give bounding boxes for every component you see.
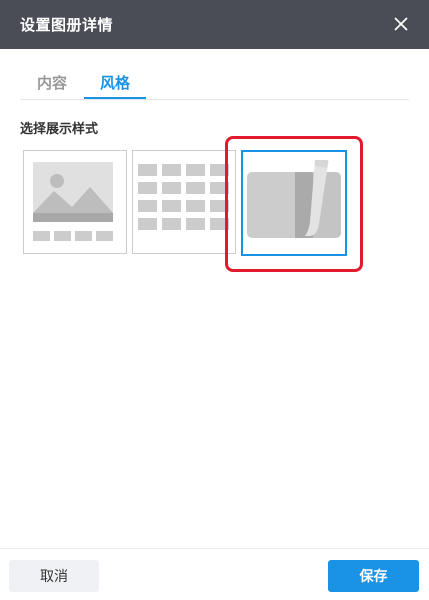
dialog-titlebar: 设置图册详情 — [0, 0, 429, 49]
close-button[interactable] — [389, 12, 413, 36]
tab-bar: 内容 风格 — [20, 62, 409, 100]
tab-style[interactable]: 风格 — [84, 72, 146, 100]
active-tab-indicator — [84, 97, 146, 99]
dialog-title: 设置图册详情 — [20, 16, 114, 34]
single-image-icon — [33, 162, 113, 241]
grid-layout-icon — [138, 164, 229, 230]
style-option-album[interactable] — [241, 150, 347, 256]
album-book-icon — [247, 160, 341, 238]
style-option-grid[interactable] — [132, 150, 236, 254]
dialog-footer: 取消 保存 — [0, 548, 429, 600]
cancel-button[interactable]: 取消 — [9, 560, 99, 592]
tab-content[interactable]: 内容 — [20, 72, 84, 100]
save-button[interactable]: 保存 — [328, 560, 419, 592]
close-icon — [394, 17, 408, 31]
style-option-single-image[interactable] — [23, 150, 127, 254]
section-label: 选择展示样式 — [20, 122, 99, 137]
